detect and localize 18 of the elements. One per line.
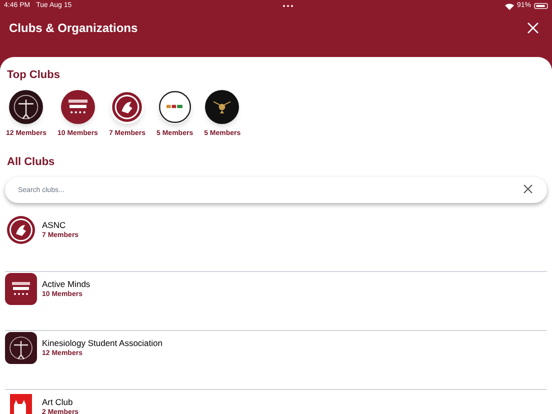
club-name: Active Minds [42, 278, 90, 290]
section-title: Top Clubs [6, 68, 61, 83]
club-name: ASNC [42, 220, 67, 230]
section-title: All Clubs [6, 155, 56, 170]
club-name: Art Club [42, 396, 74, 408]
battery-icon [534, 3, 548, 9]
club-logo [5, 272, 37, 304]
club-logo [9, 90, 44, 124]
wifi-icon [504, 2, 514, 10]
clear-icon[interactable] [523, 184, 533, 194]
club-logo [60, 90, 95, 124]
close-button[interactable] [527, 22, 539, 34]
club-logo [158, 90, 192, 124]
club-logo [5, 332, 37, 364]
club-logo [110, 90, 144, 124]
page-title: Clubs & Organizations [9, 20, 138, 37]
club-logo [205, 90, 240, 124]
club-name: Kinesiology Student Association [42, 338, 162, 348]
